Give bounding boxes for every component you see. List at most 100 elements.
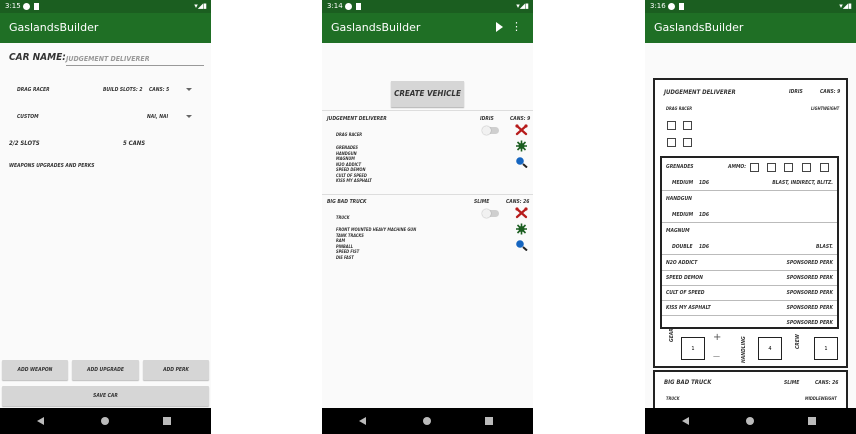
home-icon[interactable]: [101, 417, 109, 425]
car-name-label: CAR NAME:: [9, 52, 66, 63]
home-icon[interactable]: [423, 417, 431, 425]
nav-bar: [645, 408, 856, 434]
list-item: FRONT MOUNTED HEAVY MACHINE GUN: [336, 227, 417, 232]
ammo-checkbox[interactable]: [784, 163, 793, 172]
card-cans: CANS: 26: [815, 380, 839, 386]
card-sponsor: SLIME: [784, 380, 800, 386]
perk-name: SPEED DEMON: [666, 275, 703, 281]
weapon-dice: 1D6: [699, 212, 709, 218]
app-bar: GaslandsBuilder: [645, 13, 856, 43]
search-icon[interactable]: [515, 156, 528, 168]
more-vert-icon[interactable]: ⋮: [511, 21, 522, 33]
chevron-down-icon[interactable]: [186, 115, 192, 118]
app-title: GaslandsBuilder: [331, 21, 421, 34]
ammo-checkbox[interactable]: [750, 163, 759, 172]
app-bar: GaslandsBuilder ⋮: [322, 13, 533, 43]
ammo-checkbox[interactable]: [820, 163, 829, 172]
perk-source: SPONSORED PERK: [786, 275, 833, 281]
delete-icon[interactable]: [515, 124, 528, 136]
settings-icon[interactable]: [515, 223, 528, 235]
list-item: DIE FAST: [336, 254, 354, 260]
gear-label: GEAR: [669, 328, 675, 342]
build-slots-text: BUILD SLOTS: 2: [103, 87, 143, 93]
recent-apps-icon[interactable]: [163, 417, 171, 425]
vehicle-card[interactable]: JUDGEMENT DELIVERER IDRIS CANS: 9 DRAG R…: [322, 112, 533, 192]
card-type: DRAG RACER: [666, 106, 693, 111]
plus-icon[interactable]: +: [713, 332, 721, 343]
vehicle-items: GRENADES HANDGUN MAGNUM N2O ADDICT SPEED…: [336, 145, 372, 184]
card-sponsor: IDRIS: [789, 89, 803, 95]
slots-text: 2/2 SLOTS: [9, 140, 40, 147]
perk-name: KISS MY ASPHALT: [666, 305, 711, 311]
delete-icon[interactable]: [515, 207, 528, 219]
next-vehicle-card: BIG BAD TRUCK SLIME CANS: 26 TRUCK MIDDL…: [653, 370, 848, 410]
status-bar: 3:15 ▾◢▮: [0, 0, 211, 13]
hull-checkbox[interactable]: [667, 121, 676, 130]
minus-icon[interactable]: —: [713, 352, 720, 360]
recent-apps-icon[interactable]: [808, 417, 816, 425]
sponsor-select[interactable]: NAI, NAI: [147, 114, 168, 120]
play-icon[interactable]: [496, 22, 503, 32]
card-cans: CANS: 9: [820, 89, 841, 95]
ammo-label: AMMO:: [728, 164, 747, 170]
handling-value[interactable]: 4: [758, 337, 782, 360]
vehicle-type-select[interactable]: DRAG RACER: [17, 87, 50, 93]
card-weight: MIDDLEWEIGHT: [805, 396, 837, 401]
chevron-down-icon[interactable]: [186, 88, 192, 91]
hull-checkbox[interactable]: [683, 138, 692, 147]
weapon-specials: BLAST, INDIRECT, BLITZ.: [772, 180, 833, 186]
search-icon[interactable]: [515, 239, 528, 251]
vehicle-toggle[interactable]: [482, 209, 499, 218]
vehicle-name: JUDGEMENT DELIVERER: [327, 116, 387, 122]
vehicle-type: DRAG RACER: [336, 132, 363, 137]
add-perk-button[interactable]: ADD PERK: [143, 360, 209, 380]
add-upgrade-button[interactable]: ADD UPGRADE: [72, 360, 139, 380]
list-item: KISS MY ASPHALT: [336, 178, 372, 183]
card-vehicle-name: BIG BAD TRUCK: [664, 379, 712, 386]
clock: 3:16: [650, 2, 666, 10]
car-name-input[interactable]: JUDGEMENT DELIVERER: [66, 55, 204, 66]
save-car-button[interactable]: SAVE CAR: [2, 386, 209, 406]
vehicle-items: FRONT MOUNTED HEAVY MACHINE GUN TANK TRA…: [336, 227, 416, 260]
weapon-name: HANDGUN: [666, 196, 692, 202]
vehicle-name: BIG BAD TRUCK: [327, 199, 367, 205]
phone-screen-list: 3:14 ▾◢▮ GaslandsBuilder ⋮ CREATE VEHICL…: [322, 0, 533, 434]
weapon-specials: BLAST.: [816, 244, 833, 250]
home-icon[interactable]: [746, 417, 754, 425]
weapon-dice: 1D6: [699, 244, 709, 250]
sim-icon: [34, 3, 39, 10]
hull-checkbox[interactable]: [667, 138, 676, 147]
recent-apps-icon[interactable]: [485, 417, 493, 425]
ammo-checkbox[interactable]: [802, 163, 811, 172]
perk-name: CULT OF SPEED: [666, 290, 705, 296]
create-vehicle-button[interactable]: CREATE VEHICLE: [391, 81, 464, 107]
perk-source: SPONSORED PERK: [786, 305, 833, 311]
status-bar: 3:16 ▾◢▮: [645, 0, 856, 13]
settings-icon[interactable]: [515, 140, 528, 152]
battery-wifi-icon: ▾◢▮: [194, 2, 207, 10]
vehicle-card[interactable]: BIG BAD TRUCK SLIME CANS: 26 TRUCK FRONT…: [322, 195, 533, 275]
crew-value[interactable]: 1: [814, 337, 838, 360]
back-icon[interactable]: [682, 417, 689, 425]
handling-label: HANDLING: [741, 336, 747, 363]
weapon-name: MAGNUM: [666, 228, 690, 234]
back-icon[interactable]: [359, 417, 366, 425]
gear-value[interactable]: 1: [681, 337, 705, 360]
add-weapon-button[interactable]: ADD WEAPON: [2, 360, 68, 380]
card-vehicle-name: JUDGEMENT DELIVERER: [664, 89, 736, 96]
vehicle-toggle[interactable]: [482, 126, 499, 135]
subtype-select[interactable]: CUSTOM: [17, 114, 39, 120]
battery-wifi-icon: ▾◢▮: [839, 2, 852, 10]
total-cans-text: 5 CANS: [123, 140, 146, 147]
notification-icon: [668, 3, 675, 10]
battery-wifi-icon: ▾◢▮: [516, 2, 529, 10]
app-bar: GaslandsBuilder: [0, 13, 211, 43]
loadout-panel: GRENADES AMMO: MEDIUM 1D6 BLAST, INDIREC…: [660, 156, 839, 329]
cans-text: CANS: 5: [149, 87, 170, 93]
hull-checkbox[interactable]: [683, 121, 692, 130]
ammo-checkbox[interactable]: [767, 163, 776, 172]
card-type: TRUCK: [666, 396, 680, 401]
perk-source: SPONSORED PERK: [786, 260, 833, 266]
back-icon[interactable]: [37, 417, 44, 425]
vehicle-sponsor: SLIME: [474, 199, 490, 205]
